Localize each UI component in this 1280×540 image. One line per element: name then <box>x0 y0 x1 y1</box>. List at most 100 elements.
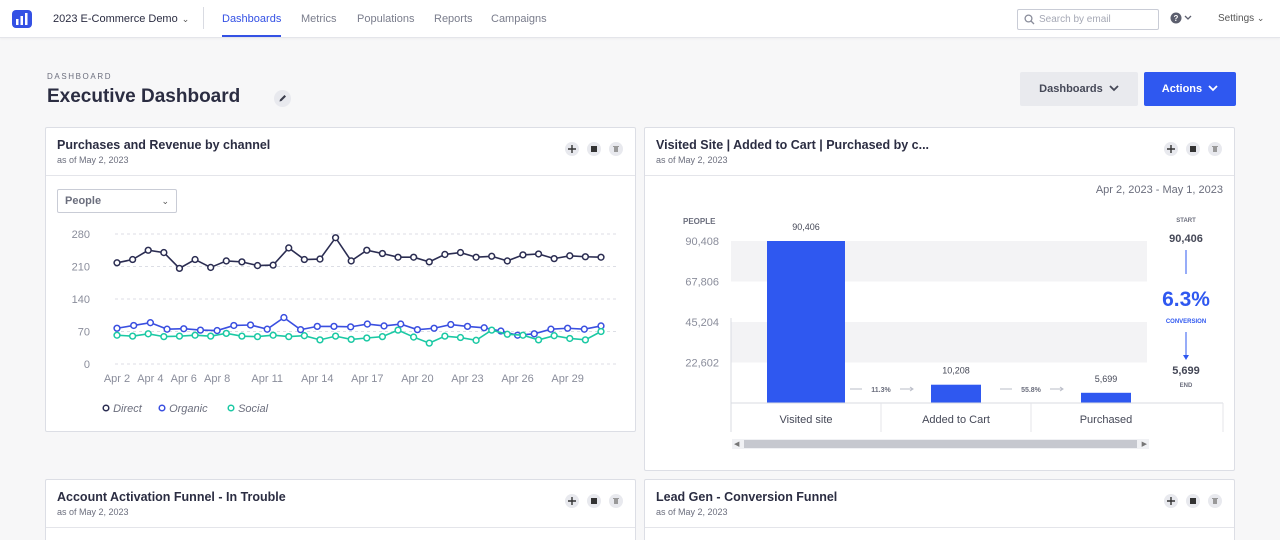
data-point-direct <box>581 253 590 261</box>
data-point-direct <box>128 255 137 264</box>
funnel-chart: 90,406 10,208 5,699 90,408 67,806 45,204 22,6… <box>683 217 1224 432</box>
data-point-direct <box>488 252 496 260</box>
bar-value-label: 10,208 <box>942 366 970 376</box>
expand-icon <box>1190 146 1196 152</box>
svg-text:?: ? <box>1174 14 1179 23</box>
x-tick-label: Apr 2 <box>104 373 130 385</box>
expand-card-button[interactable] <box>1186 494 1200 508</box>
y-tick-label: 210 <box>72 262 90 274</box>
tab-campaigns[interactable]: Campaigns <box>491 0 547 38</box>
data-point-social <box>503 330 511 338</box>
legend-item-direct[interactable]: Direct <box>102 403 142 415</box>
move-card-button[interactable] <box>1164 494 1178 508</box>
funnel-bar-1 <box>931 384 981 403</box>
scrollbar-thumb[interactable] <box>744 440 1137 448</box>
x-tick-label: Apr 14 <box>301 373 333 385</box>
app-logo-icon[interactable] <box>12 10 32 28</box>
delete-card-button[interactable] <box>1208 142 1222 156</box>
trash-icon <box>613 498 619 504</box>
data-point-direct <box>269 261 277 269</box>
x-tick-label: Apr 26 <box>501 373 533 385</box>
data-point-direct <box>160 248 168 257</box>
tab-reports[interactable]: Reports <box>434 0 473 38</box>
project-switcher[interactable]: 2023 E-Commerce Demo ⌄ <box>53 13 189 25</box>
metric-select[interactable]: People ⌄ <box>57 189 177 213</box>
funnel-bar-2 <box>1081 392 1131 403</box>
scroll-right-icon[interactable]: ▶ <box>1142 440 1147 448</box>
data-point-direct <box>378 249 387 258</box>
data-point-social <box>347 335 355 344</box>
data-point-organic <box>380 322 388 330</box>
data-point-direct <box>300 255 309 264</box>
data-point-organic <box>580 325 588 333</box>
search-box <box>1017 9 1159 30</box>
move-icon <box>568 497 576 505</box>
horizontal-scrollbar[interactable]: ◀ ▶ <box>732 439 1149 449</box>
expand-card-button[interactable] <box>587 142 601 156</box>
settings-menu[interactable]: Settings ⌄ <box>1218 13 1264 24</box>
tab-populations[interactable]: Populations <box>357 0 415 38</box>
data-point-social <box>425 339 433 347</box>
move-card-button[interactable] <box>1164 142 1178 156</box>
data-point-organic <box>363 320 371 328</box>
help-menu[interactable]: ? <box>1170 11 1194 30</box>
data-point-direct <box>394 253 402 261</box>
data-point-direct <box>534 250 543 258</box>
card-title: Account Activation Funnel - In Trouble <box>57 490 286 504</box>
move-card-button[interactable] <box>565 494 579 508</box>
x-tick-label: Apr 8 <box>204 373 230 385</box>
step-rate-label: 11.3% <box>871 387 891 394</box>
data-point-organic <box>130 321 138 330</box>
move-card-button[interactable] <box>565 142 579 156</box>
search-icon <box>1024 14 1035 25</box>
data-point-social <box>269 331 277 339</box>
chevron-down-icon <box>1109 85 1119 92</box>
search-input[interactable] <box>1039 12 1155 27</box>
data-point-direct <box>222 257 230 265</box>
y-tick-label: 45,204 <box>685 317 719 329</box>
data-point-direct <box>253 261 262 270</box>
delete-card-button[interactable] <box>609 494 623 508</box>
dashboards-dropdown-button[interactable]: Dashboards <box>1020 72 1138 106</box>
expand-icon <box>591 498 597 504</box>
y-tick-label: 140 <box>72 294 90 306</box>
data-point-direct <box>331 234 340 242</box>
data-point-organic <box>313 322 321 331</box>
data-point-social <box>363 334 371 342</box>
data-point-social <box>191 331 199 339</box>
pencil-icon <box>279 95 286 102</box>
card-subtitle: as of May 2, 2023 <box>57 507 129 517</box>
delete-card-button[interactable] <box>1208 494 1222 508</box>
data-point-social <box>253 332 262 341</box>
data-point-organic <box>447 320 455 329</box>
actions-dropdown-button[interactable]: Actions <box>1144 72 1236 106</box>
data-point-social <box>597 327 605 336</box>
chevron-down-icon <box>1208 85 1218 92</box>
data-point-social <box>394 326 402 334</box>
legend-item-organic[interactable]: Organic <box>158 403 208 415</box>
expand-card-button[interactable] <box>587 494 601 508</box>
arrow-down-icon <box>1183 355 1189 360</box>
expand-card-button[interactable] <box>1186 142 1200 156</box>
end-value: 5,699 <box>1172 365 1200 377</box>
help-icon: ? <box>1170 12 1192 24</box>
data-point-organic <box>463 322 472 331</box>
scroll-left-icon[interactable]: ◀ <box>734 440 739 448</box>
card-divider <box>46 527 635 528</box>
tab-dashboards[interactable]: Dashboards <box>222 0 282 38</box>
project-name: 2023 E-Commerce Demo <box>53 13 178 25</box>
card-title: Visited Site | Added to Cart | Purchased… <box>656 138 930 152</box>
category-label: Visited site <box>780 414 833 426</box>
tab-metrics[interactable]: Metrics <box>301 0 336 38</box>
data-point-organic <box>480 324 488 332</box>
legend-item-social[interactable]: Social <box>227 403 268 415</box>
data-point-direct <box>441 250 449 259</box>
edit-title-button[interactable] <box>274 90 291 107</box>
data-point-direct <box>363 246 371 254</box>
delete-card-button[interactable] <box>609 142 623 156</box>
legend-marker-direct <box>102 404 110 412</box>
data-point-direct <box>566 252 574 260</box>
data-point-organic <box>230 321 238 330</box>
card-divider <box>46 175 635 176</box>
conversion-value: 6.3% <box>1162 288 1210 311</box>
